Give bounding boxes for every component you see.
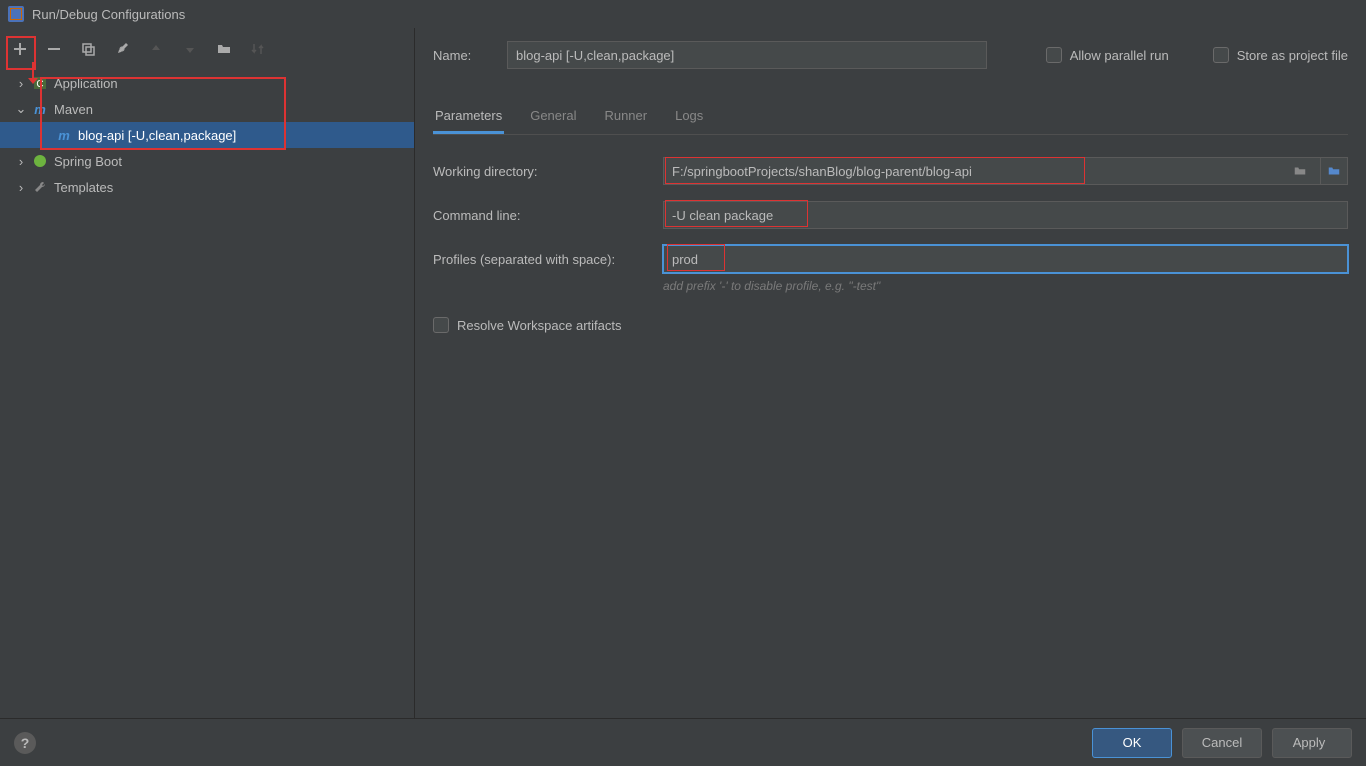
tree-label: Templates bbox=[54, 180, 113, 195]
move-down-button[interactable] bbox=[180, 39, 200, 59]
name-input[interactable] bbox=[507, 41, 987, 69]
annotation-arrow bbox=[32, 62, 34, 82]
resolve-workspace-label: Resolve Workspace artifacts bbox=[457, 318, 622, 333]
maven-icon: m bbox=[56, 127, 72, 143]
wrench-icon bbox=[32, 179, 48, 195]
tree-item-maven[interactable]: ⌄ m Maven bbox=[0, 96, 414, 122]
tree-label: Spring Boot bbox=[54, 154, 122, 169]
command-line-label: Command line: bbox=[433, 208, 663, 223]
chevron-right-icon: › bbox=[16, 154, 26, 169]
insert-macro-icon[interactable] bbox=[1320, 157, 1348, 185]
maven-icon: m bbox=[32, 101, 48, 117]
working-dir-input[interactable] bbox=[663, 157, 1322, 185]
titlebar: Run/Debug Configurations bbox=[0, 0, 1366, 28]
cancel-button[interactable]: Cancel bbox=[1182, 728, 1262, 758]
add-button[interactable] bbox=[10, 39, 30, 59]
store-project-label: Store as project file bbox=[1237, 48, 1348, 63]
profiles-hint: add prefix '-' to disable profile, e.g. … bbox=[663, 279, 1348, 293]
ok-button[interactable]: OK bbox=[1092, 728, 1172, 758]
sort-button[interactable] bbox=[248, 39, 268, 59]
store-project-checkbox-row[interactable]: Store as project file bbox=[1213, 47, 1348, 63]
content-panel: Name: Allow parallel run Store as projec… bbox=[415, 28, 1366, 718]
profiles-label: Profiles (separated with space): bbox=[433, 252, 663, 267]
chevron-down-icon: ⌄ bbox=[16, 101, 26, 117]
store-project-checkbox[interactable] bbox=[1213, 47, 1229, 63]
tree-item-templates[interactable]: › Templates bbox=[0, 174, 414, 200]
allow-parallel-label: Allow parallel run bbox=[1070, 48, 1169, 63]
tab-logs[interactable]: Logs bbox=[673, 100, 705, 134]
sidebar-toolbar bbox=[0, 28, 414, 70]
tab-parameters[interactable]: Parameters bbox=[433, 100, 504, 134]
edit-defaults-button[interactable] bbox=[112, 39, 132, 59]
tab-runner[interactable]: Runner bbox=[602, 100, 649, 134]
tree-item-spring-boot[interactable]: › Spring Boot bbox=[0, 148, 414, 174]
move-up-button[interactable] bbox=[146, 39, 166, 59]
tree-label: blog-api [-U,clean,package] bbox=[78, 128, 236, 143]
app-icon bbox=[8, 6, 24, 22]
allow-parallel-checkbox-row[interactable]: Allow parallel run bbox=[1046, 47, 1169, 63]
name-label: Name: bbox=[433, 48, 483, 63]
tree-label: Application bbox=[54, 76, 118, 91]
tree-item-maven-child[interactable]: m blog-api [-U,clean,package] bbox=[0, 122, 414, 148]
chevron-right-icon: › bbox=[16, 180, 26, 195]
tree-label: Maven bbox=[54, 102, 93, 117]
apply-button[interactable]: Apply bbox=[1272, 728, 1352, 758]
window-title: Run/Debug Configurations bbox=[32, 7, 185, 22]
command-line-input[interactable] bbox=[663, 201, 1348, 229]
tree-item-application[interactable]: › C Application bbox=[0, 70, 414, 96]
help-button[interactable]: ? bbox=[14, 732, 36, 754]
copy-button[interactable] bbox=[78, 39, 98, 59]
resolve-workspace-row[interactable]: Resolve Workspace artifacts bbox=[433, 317, 1348, 333]
footer: ? OK Cancel Apply bbox=[0, 718, 1366, 766]
resolve-workspace-checkbox[interactable] bbox=[433, 317, 449, 333]
tab-general[interactable]: General bbox=[528, 100, 578, 134]
chevron-right-icon: › bbox=[16, 76, 26, 91]
remove-button[interactable] bbox=[44, 39, 64, 59]
tabs: Parameters General Runner Logs bbox=[433, 100, 1348, 135]
working-dir-label: Working directory: bbox=[433, 164, 663, 179]
config-tree: › C Application ⌄ m Maven m blog-api [-U… bbox=[0, 70, 414, 200]
folder-button[interactable] bbox=[214, 39, 234, 59]
profiles-input[interactable] bbox=[663, 245, 1348, 273]
allow-parallel-checkbox[interactable] bbox=[1046, 47, 1062, 63]
browse-folder-icon[interactable] bbox=[1286, 157, 1314, 185]
sidebar: › C Application ⌄ m Maven m blog-api [-U… bbox=[0, 28, 415, 718]
spring-icon bbox=[32, 153, 48, 169]
